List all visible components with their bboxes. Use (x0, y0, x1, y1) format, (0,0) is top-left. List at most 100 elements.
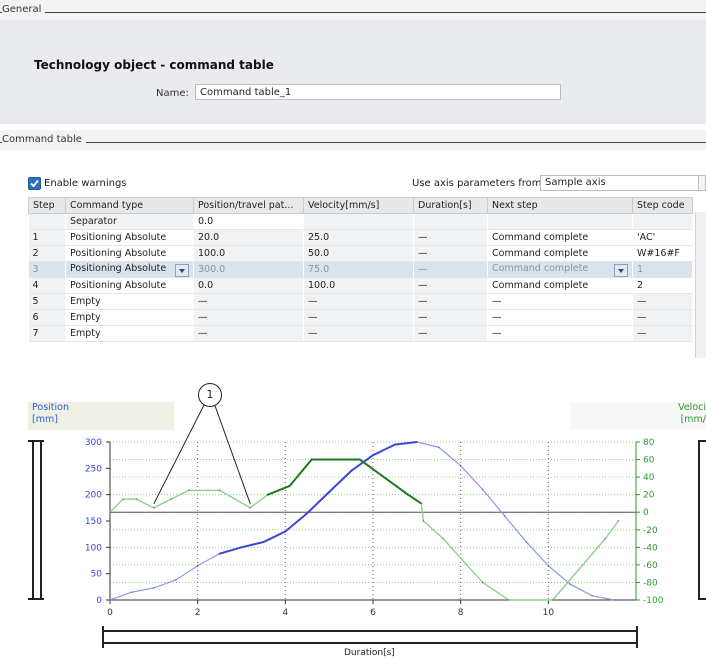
y2-tick-label: 0 (643, 508, 649, 518)
position-curve-segment (591, 595, 615, 601)
motion-profile-chart: 050100150200250300 806040200-20-40-60-80-… (85, 402, 664, 618)
position-point (569, 583, 571, 585)
velocity-curve-segment (481, 581, 510, 601)
velocity-point (481, 581, 484, 584)
velocity-curve-segment (442, 537, 484, 584)
position-point (153, 587, 155, 589)
position-curve-segment (328, 469, 353, 494)
y2-tick-label: -100 (643, 596, 664, 606)
velocity-point (267, 494, 269, 496)
position-point (547, 565, 549, 567)
velocity-point (311, 458, 313, 461)
position-curve-segment (175, 565, 199, 581)
velocity-curve-segment (266, 484, 291, 496)
position-point (328, 491, 330, 493)
velocity-point (604, 537, 606, 540)
y2-tick-label: -40 (643, 543, 658, 553)
velocity-point (508, 599, 510, 601)
y-tick-label: 100 (85, 543, 102, 553)
callout-leader-line (153, 402, 206, 505)
velocity-curve-segment (218, 489, 251, 509)
position-point (503, 515, 506, 517)
position-point (175, 579, 177, 581)
position-curve-segment (284, 512, 309, 533)
position-point (438, 446, 440, 448)
velocity-curve-segment (604, 520, 620, 540)
grid-layer (109, 441, 637, 601)
velocity-curve-segment (407, 493, 423, 505)
velocity-curve-segment (153, 498, 173, 509)
y-tick-label: 50 (91, 570, 103, 580)
y2-tick-label: -60 (643, 561, 658, 571)
position-curve-segment (547, 565, 571, 585)
velocity-point (617, 520, 620, 522)
position-curve-segment (350, 454, 374, 472)
series-layer (109, 441, 620, 601)
position-point (416, 441, 418, 443)
velocity-point (135, 498, 137, 500)
position-point (394, 444, 396, 446)
velocity-curve-segment (358, 458, 410, 496)
position-curve-segment (416, 441, 440, 448)
position-point (197, 565, 199, 567)
y2-tick-label: 20 (643, 491, 655, 501)
position-curve-segment (306, 491, 331, 515)
y-tick-label: 200 (85, 491, 102, 501)
position-point (240, 546, 243, 548)
position-curve-segment (197, 553, 221, 567)
velocity-point (188, 489, 190, 491)
position-curve-segment (569, 583, 593, 597)
position-point (481, 488, 484, 490)
velocity-point (407, 494, 409, 496)
position-curve-segment (131, 587, 155, 593)
x-tick-label: 2 (195, 608, 201, 618)
position-curve-segment (109, 591, 133, 601)
position-point (372, 454, 374, 456)
velocity-curve-segment (109, 498, 124, 513)
velocity-point (442, 537, 444, 540)
velocity-point (218, 489, 221, 491)
velocity-point (359, 458, 361, 461)
x-tick-label: 0 (107, 608, 113, 618)
position-point (284, 530, 286, 533)
position-point (525, 541, 528, 543)
y2-tick-label: -80 (643, 578, 658, 588)
position-curve-segment (372, 443, 396, 457)
callout-leader-line (213, 402, 251, 505)
position-curve-segment (240, 541, 265, 549)
position-curve-segment (262, 530, 287, 544)
velocity-point (122, 498, 124, 500)
velocity-curve-segment (249, 493, 269, 509)
y2-tick-label: 40 (643, 473, 655, 483)
y2-tick-label: 80 (643, 438, 655, 448)
y2-tick-label: 60 (643, 456, 655, 466)
y2-tick-label: -20 (643, 526, 658, 536)
annotation-layer (153, 402, 251, 505)
position-point (262, 541, 265, 543)
position-curve-segment (525, 541, 549, 567)
velocity-point (422, 520, 425, 522)
y-tick-label: 250 (85, 464, 102, 474)
y-tick-label: 0 (96, 596, 102, 606)
y-tick-label: 150 (85, 517, 102, 527)
velocity-point (153, 507, 155, 509)
x-tick-label: 10 (543, 608, 555, 618)
position-point (131, 591, 133, 593)
position-point (218, 553, 221, 555)
position-curve-segment (438, 446, 462, 467)
position-point (613, 599, 615, 601)
position-point (350, 470, 352, 472)
callout-marker: 1 (198, 383, 222, 407)
x-tick-label: 4 (282, 608, 288, 618)
position-point (460, 465, 462, 467)
position-curve-segment (503, 515, 528, 543)
position-curve-segment (218, 546, 243, 555)
velocity-point (109, 511, 111, 513)
velocity-point (170, 498, 172, 500)
position-point (306, 512, 308, 514)
position-point (109, 599, 111, 601)
velocity-point (552, 599, 554, 601)
tick-layer: 050100150200250300 806040200-20-40-60-80-… (85, 438, 664, 618)
x-tick-label: 8 (458, 608, 464, 618)
position-point (591, 595, 593, 597)
